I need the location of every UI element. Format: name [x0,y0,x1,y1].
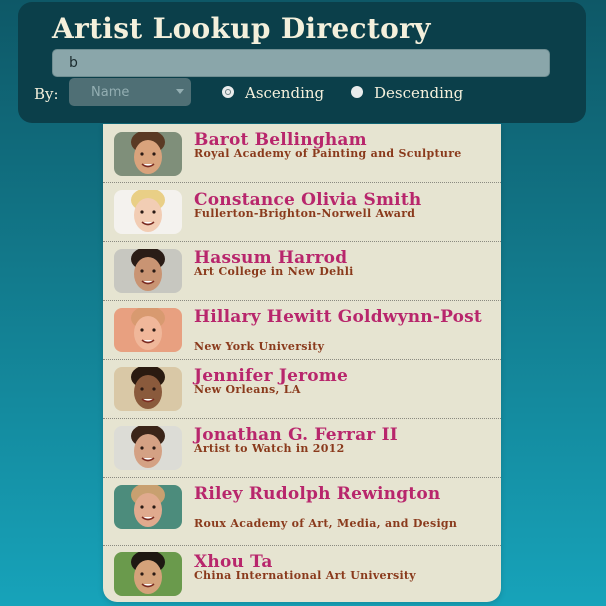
artist-reknown: Artist to Watch in 2012 [194,442,345,455]
list-item[interactable]: Hassum Harrod Art College in New Dehli [103,242,501,301]
sort-field-select[interactable]: Name [69,78,191,106]
ascending-label[interactable]: Ascending [245,84,324,102]
artist-name: Constance Olivia Smith [194,190,422,210]
artist-reknown: Fullerton-Brighton-Norwell Award [194,207,416,220]
artist-reknown: Royal Academy of Painting and Sculpture [194,147,462,160]
artist-name: Xhou Ta [194,552,273,572]
sort-field-value: Name [91,85,130,100]
avatar [114,485,182,529]
list-item[interactable]: Xhou Ta China International Art Universi… [103,546,501,602]
avatar [114,426,182,470]
ascending-radio[interactable] [222,86,234,98]
artist-list: Barot Bellingham Royal Academy of Painti… [103,124,501,602]
artist-reknown: New York University [194,340,325,353]
chevron-down-icon [176,89,184,94]
avatar [114,249,182,293]
artist-name: Hassum Harrod [194,248,348,268]
artist-name: Hillary Hewitt Goldwynn-Post [194,307,482,327]
avatar [114,367,182,411]
artist-reknown: New Orleans, LA [194,383,301,396]
sort-by-label: By: [34,85,59,103]
list-item[interactable]: Constance Olivia Smith Fullerton-Brighto… [103,183,501,242]
artist-name: Jonathan G. Ferrar II [194,425,398,445]
list-item[interactable]: Barot Bellingham Royal Academy of Painti… [103,124,501,183]
list-item[interactable]: Jonathan G. Ferrar II Artist to Watch in… [103,419,501,478]
artist-name: Riley Rudolph Rewington [194,484,441,504]
search-input[interactable] [52,49,550,77]
descending-label[interactable]: Descending [374,84,463,102]
descending-radio[interactable] [351,86,363,98]
list-item[interactable]: Jennifer Jerome New Orleans, LA [103,360,501,419]
list-item[interactable]: Riley Rudolph Rewington Roux Academy of … [103,478,501,546]
list-item[interactable]: Hillary Hewitt Goldwynn-Post New York Un… [103,301,501,360]
avatar [114,190,182,234]
artist-reknown: Roux Academy of Art, Media, and Design [194,517,458,530]
artist-name: Jennifer Jerome [194,366,348,386]
artist-reknown: China International Art University [194,569,416,582]
avatar [114,308,182,352]
avatar [114,552,182,596]
avatar [114,132,182,176]
artist-name: Barot Bellingham [194,130,367,150]
artist-reknown: Art College in New Dehli [194,265,354,278]
page-title: Artist Lookup Directory [52,12,431,45]
